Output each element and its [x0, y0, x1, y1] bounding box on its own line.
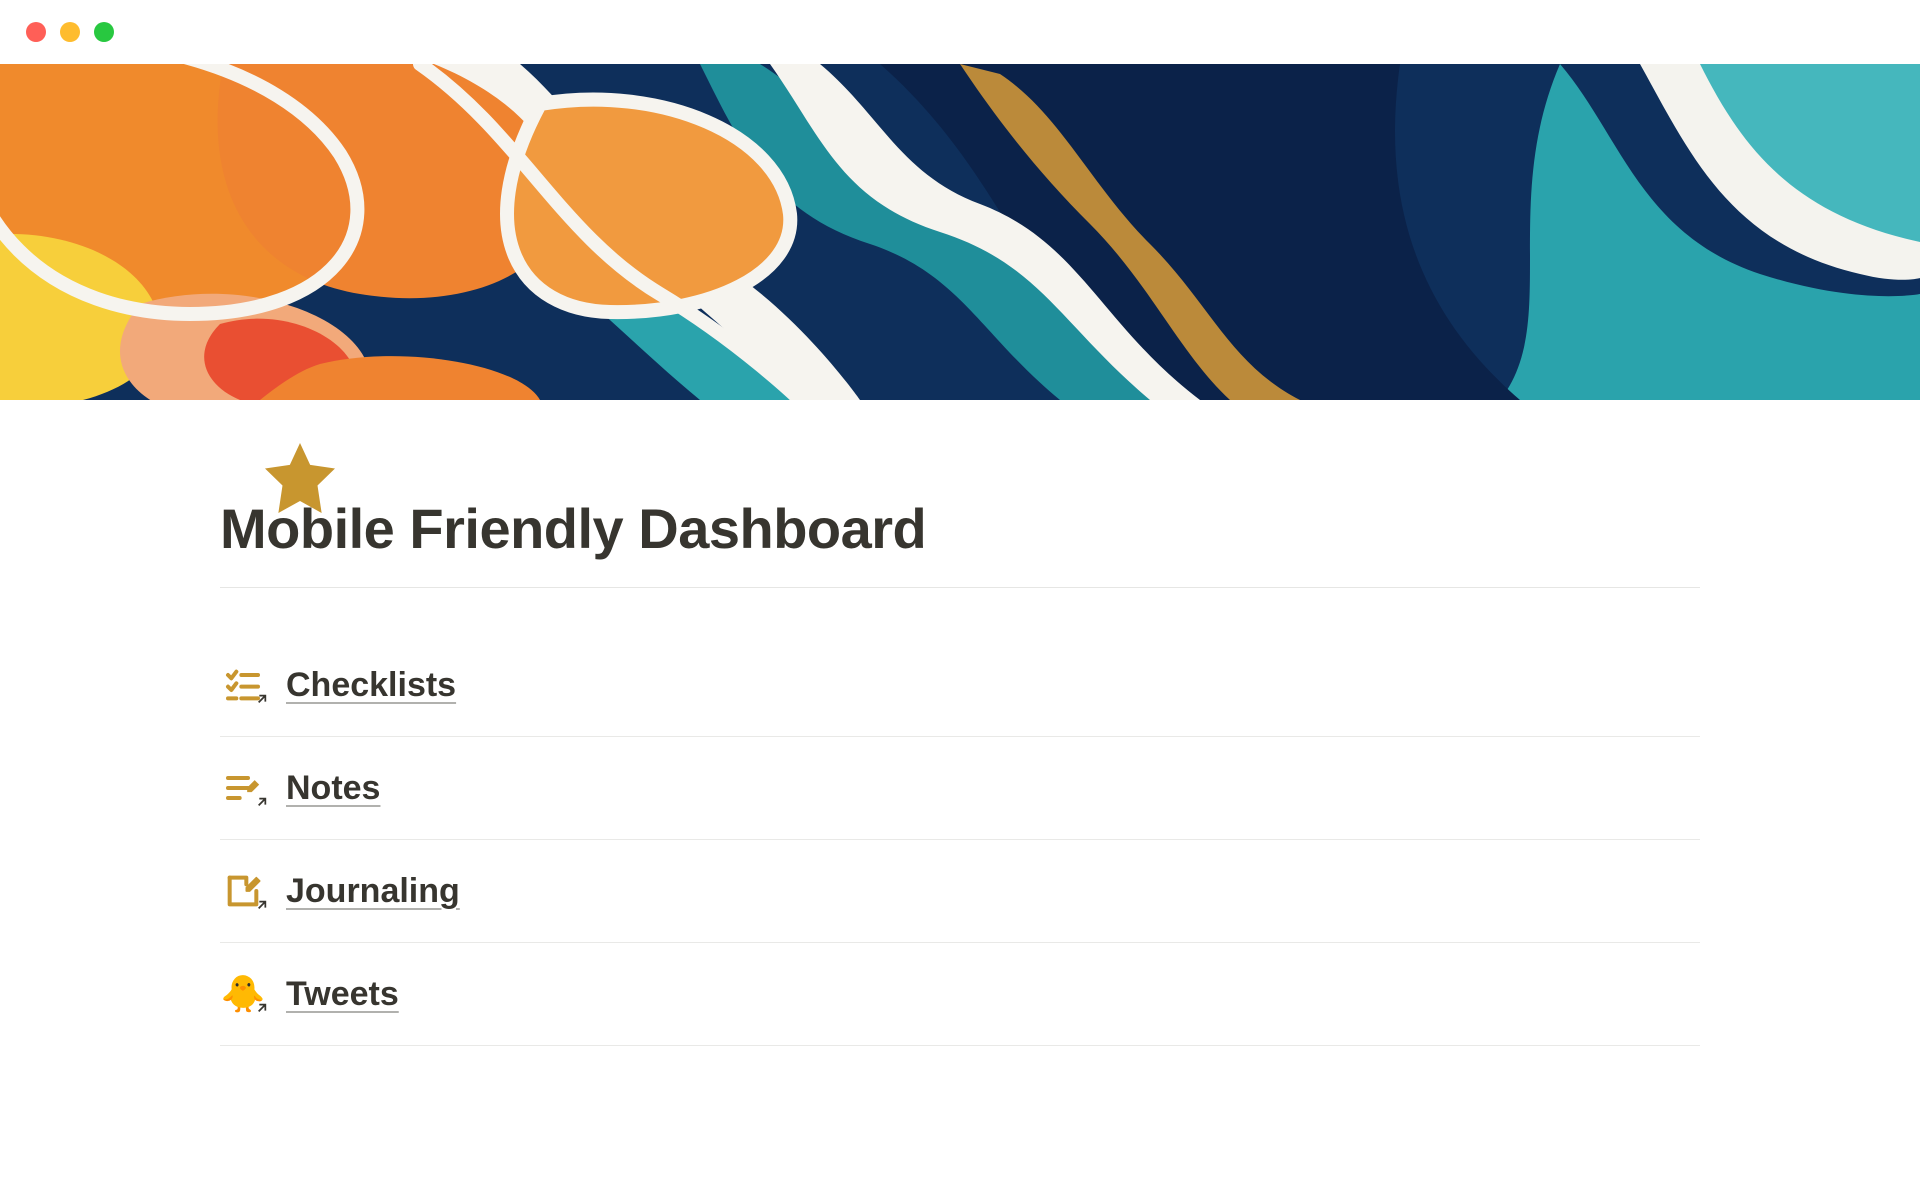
page-link-label: Journaling [286, 872, 460, 911]
window-controls [26, 22, 114, 42]
title-divider [220, 587, 1700, 588]
chick-emoji-icon: 🐥 [220, 971, 266, 1017]
page-icon[interactable] [258, 432, 342, 528]
page-link-label: Notes [286, 769, 380, 808]
page-links: Checklists Notes [220, 634, 1700, 1046]
page-body: Mobile Friendly Dashboard Checklists [130, 496, 1790, 1046]
link-arrow-icon [254, 897, 270, 918]
link-arrow-icon [254, 1000, 270, 1021]
page-link-label: Tweets [286, 975, 399, 1014]
link-arrow-icon [254, 794, 270, 815]
notes-icon [220, 765, 266, 811]
page-link-checklists[interactable]: Checklists [220, 634, 1700, 737]
page-link-tweets[interactable]: 🐥 Tweets [220, 943, 1700, 1046]
star-icon [258, 436, 342, 532]
app-window: Mobile Friendly Dashboard Checklists [0, 0, 1920, 1200]
page-title[interactable]: Mobile Friendly Dashboard [220, 496, 1700, 561]
cover-image[interactable] [0, 64, 1920, 400]
page-link-label: Checklists [286, 666, 456, 705]
close-window-button[interactable] [26, 22, 46, 42]
link-arrow-icon [254, 691, 270, 712]
page-link-journaling[interactable]: Journaling [220, 840, 1700, 943]
page-link-notes[interactable]: Notes [220, 737, 1700, 840]
titlebar [0, 0, 1920, 64]
checklist-icon [220, 662, 266, 708]
maximize-window-button[interactable] [94, 22, 114, 42]
journal-icon [220, 868, 266, 914]
minimize-window-button[interactable] [60, 22, 80, 42]
